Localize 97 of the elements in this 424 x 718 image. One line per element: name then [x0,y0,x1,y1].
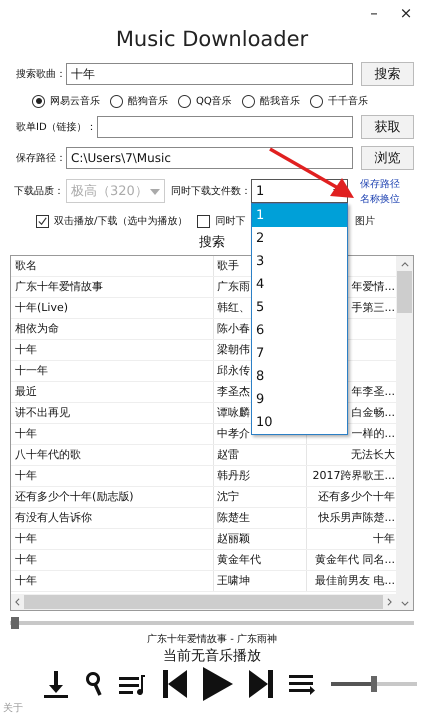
link[interactable]: 保存路径 [360,176,400,190]
table-cell: 李圣杰 [217,385,250,398]
dropdown-option[interactable]: 8 [252,365,347,388]
search-icon[interactable] [85,671,103,697]
playlist-id-field[interactable] [96,116,353,138]
table-cell: 十年 [15,427,37,440]
dropdown-option[interactable]: 10 [252,411,347,434]
table-cell: 韩丹彤 [217,469,250,482]
dropdown-option[interactable]: 7 [252,342,347,365]
table-cell: 八十年代的歌 [15,448,81,461]
table-cell: 讲不出再见 [15,406,70,419]
table-cell: 相依为命 [15,322,59,335]
playlist-label: 歌单ID（链接）： [16,120,97,134]
dropdown-option[interactable]: 6 [252,319,347,342]
dropdown-option[interactable]: 4 [252,273,347,296]
close-button[interactable]: × [394,0,418,26]
scroll-up-icon[interactable] [400,262,408,267]
table-cell: 中孝介 [217,427,250,440]
volume-slider[interactable] [331,676,417,692]
table-cell: 黄金年代 同名... [315,553,395,566]
source-radio[interactable]: 酷我音乐 [242,94,300,108]
scroll-right-icon[interactable] [387,598,392,606]
link[interactable]: 名称换位 [360,192,400,206]
table-cell: 谭咏麟 [217,406,250,419]
download-icon[interactable] [43,669,69,699]
app-title: Music Downloader [114,26,310,53]
table-cell: 邱永传 [217,364,250,377]
column-header[interactable]: 歌手 [217,259,239,272]
playlist-icon[interactable] [119,673,147,695]
table-cell: 赵雷 [217,448,239,461]
play-icon[interactable] [203,667,233,701]
browse-button[interactable]: 浏览 [361,146,414,170]
dropdown-option[interactable]: 5 [252,296,347,319]
table-cell: 十年 [373,532,395,545]
table-cell: 最佳前男友 电... [315,574,395,587]
table-cell: 2017跨界歌王... [312,469,395,482]
concurrent-label: 同时下载文件数： [171,184,251,198]
playback-status: 当前无音乐播放 [163,648,261,664]
table-cell: 最近 [15,385,37,398]
table-cell: 沈宁 [217,490,239,503]
previous-icon[interactable] [163,670,187,698]
checkmark-icon [37,216,48,226]
table-cell: 白金畅... [352,406,395,419]
table-cell: 十年 [15,469,37,482]
vertical-scrollbar[interactable] [396,256,413,610]
table-cell: 年李圣... [352,385,395,398]
fetch-button[interactable]: 获取 [361,115,414,139]
table-cell: 十一年 [15,364,48,377]
table-cell: 十年 [15,574,37,587]
table-cell: 陈楚生 [217,511,250,524]
table-cell: 还有多少个十年 [318,490,395,503]
dropdown-option[interactable]: 3 [252,250,347,273]
table-cell: 一样的... [352,427,395,440]
table-cell: 十年 [15,343,37,356]
source-radio[interactable]: 千千音乐 [310,94,368,108]
source-radio[interactable]: 网易云音乐 [32,94,100,108]
quality-label: 下载品质： [14,184,64,198]
table-cell: 十年(Live) [15,301,68,314]
table-cell: 王啸坤 [217,574,250,587]
horizontal-scrollbar[interactable] [11,594,396,610]
results-label: 搜索 [199,235,225,250]
search-button[interactable]: 搜索 [361,62,414,86]
table-cell: 陈小春 [217,322,250,335]
scroll-left-icon[interactable] [15,598,20,606]
table-cell: 手第三... [352,301,395,314]
source-radio[interactable]: 酷狗音乐 [110,94,168,108]
column-header[interactable]: 歌名 [15,259,37,272]
table-cell: 广东十年爱情故事 [15,280,103,293]
table-cell: 黄金年代 [217,553,261,566]
search-label: 搜索歌曲： [16,68,66,81]
table-cell: 赵丽颖 [217,532,250,545]
option-label: 图片 [355,214,375,228]
dropdown-option[interactable]: 9 [252,388,347,411]
table-cell: 还有多少个十年(励志版) [15,490,134,503]
next-icon[interactable] [249,670,273,698]
table-cell: 快乐男声陈楚... [318,511,395,524]
search-field[interactable]: 十年 [66,63,353,85]
option-checkbox[interactable]: 双击播放/下载（选中为播放） [36,214,188,228]
table-cell: 广东雨 [217,280,250,293]
table-cell: 十年 [15,532,37,545]
progress-slider[interactable] [10,617,414,629]
source-radio[interactable]: QQ音乐 [178,94,232,108]
save-path-field[interactable]: C:\Users\7\Music [66,147,353,169]
table-cell: 无法长大 [351,448,395,461]
table-cell: 有没有人告诉你 [15,511,92,524]
table-cell: 韩红、 [217,301,250,314]
list-icon[interactable] [289,673,315,695]
save-path-label: 保存路径： [16,152,66,165]
dropdown-option[interactable]: 2 [252,227,347,250]
scroll-down-icon[interactable] [400,601,408,606]
table-cell: 梁朝伟 [217,343,250,356]
now-playing-text: 广东十年爱情故事 - 广东雨神 [147,634,277,645]
table-cell: 年爱情... [352,280,395,293]
option-checkbox[interactable]: 同时下 [197,214,246,228]
scroll-thumb[interactable] [397,271,412,313]
table-cell: 十年 [15,553,37,566]
minimize-button[interactable]: – [362,0,386,26]
